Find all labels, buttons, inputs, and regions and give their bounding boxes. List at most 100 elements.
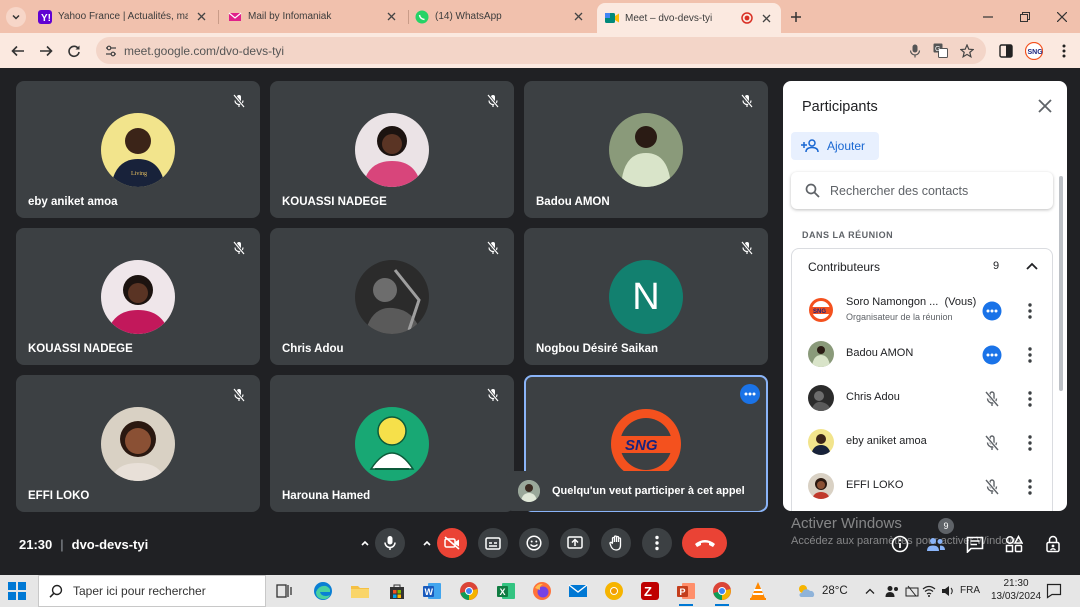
wifi-icon[interactable] [921, 583, 937, 599]
network-disconnected-icon[interactable] [904, 583, 920, 599]
chrome-icon[interactable] [458, 580, 480, 602]
restore-icon[interactable] [1016, 8, 1034, 26]
audio-options-chevron-icon[interactable] [357, 535, 373, 551]
chevron-up-icon[interactable] [862, 583, 878, 599]
browser-toolbar: meet.google.com/dvo-devs-tyi G SNG [0, 33, 1080, 68]
camera-off-button[interactable] [437, 528, 467, 558]
excel-icon[interactable]: X [495, 580, 517, 602]
volume-icon[interactable] [940, 583, 956, 599]
browser-menu-icon[interactable] [1054, 41, 1074, 61]
present-screen-button[interactable] [560, 528, 590, 558]
tab-yahoo[interactable]: Y! Yahoo France | Actualités, mail et [30, 4, 216, 29]
kebab-menu-icon[interactable] [1022, 477, 1038, 497]
activities-icon[interactable] [1004, 534, 1024, 554]
close-tab-icon[interactable] [194, 10, 208, 24]
more-options-icon[interactable] [982, 301, 1002, 321]
group-count: 9 [993, 260, 1000, 272]
tab-infomaniak-mail[interactable]: Mail by Infomaniak [220, 4, 406, 29]
add-people-button[interactable]: Ajouter [791, 132, 879, 160]
participant-row[interactable]: eby aniket amoa [792, 420, 1054, 464]
close-window-icon[interactable] [1053, 8, 1071, 26]
participant-tile[interactable]: Chris Adou [270, 228, 514, 365]
reactions-button[interactable] [519, 528, 549, 558]
close-panel-icon[interactable] [1037, 98, 1053, 114]
chrome-icon[interactable] [711, 580, 733, 606]
participant-tile[interactable]: Living eby aniket amoa [16, 81, 260, 218]
weather-widget[interactable]: 28°C [796, 583, 848, 599]
meeting-details-icon[interactable] [890, 534, 910, 554]
input-language[interactable]: FRA [960, 585, 980, 596]
camera-off-icon [444, 536, 460, 550]
more-options-button[interactable] [642, 528, 672, 558]
windows-start-icon[interactable] [8, 582, 26, 600]
site-settings-icon[interactable] [102, 42, 119, 59]
minimize-icon[interactable] [979, 8, 997, 26]
host-controls-icon[interactable] [1043, 534, 1063, 554]
people-icon[interactable] [884, 583, 900, 599]
captions-button[interactable] [478, 528, 508, 558]
participant-tile[interactable]: EFFI LOKO [16, 375, 260, 512]
microphone-button[interactable] [375, 528, 405, 558]
participant-row[interactable]: Badou AMON [792, 332, 1054, 376]
contributors-group-header[interactable]: Contributeurs 9 [791, 248, 1053, 284]
weather-icon [799, 585, 815, 597]
powerpoint-icon[interactable]: P [675, 580, 697, 606]
more-options-icon[interactable] [740, 384, 760, 404]
tab-whatsapp[interactable]: (14) WhatsApp [407, 4, 593, 29]
kebab-menu-icon[interactable] [1022, 433, 1038, 453]
vlc-icon[interactable] [747, 580, 769, 602]
participant-tile[interactable]: KOUASSI NADEGE [270, 81, 514, 218]
close-tab-icon[interactable] [384, 10, 398, 24]
join-request-toast[interactable]: Quelqu'un veut participer à cet appel [506, 471, 764, 511]
participant-name: eby aniket amoa [846, 435, 927, 447]
firefox-icon[interactable] [531, 580, 553, 602]
participant-tile[interactable]: N Nogbou Désiré Saikan [524, 228, 768, 365]
participant-row[interactable]: Chris Adou [792, 376, 1054, 420]
participant-row[interactable]: EFFI LOKO [792, 464, 1054, 508]
forward-icon[interactable] [36, 41, 56, 61]
file-explorer-icon[interactable] [349, 580, 371, 602]
bookmark-star-icon[interactable] [958, 42, 975, 59]
participant-tile[interactable]: Badou AMON [524, 81, 768, 218]
side-panel-icon[interactable] [996, 41, 1016, 61]
close-tab-icon[interactable] [571, 10, 585, 24]
taskbar-search-input[interactable]: Taper ici pour rechercher [38, 575, 266, 607]
system-clock[interactable]: 21:30 13/03/2024 [990, 578, 1042, 603]
participant-row[interactable]: SNG Soro Namongon ... (Vous) Organisateu… [792, 288, 1054, 332]
back-icon[interactable] [8, 41, 28, 61]
more-options-icon[interactable] [982, 345, 1002, 365]
section-heading: DANS LA RÉUNION [802, 230, 894, 240]
profile-avatar-icon[interactable]: SNG [1024, 41, 1044, 61]
kebab-menu-icon[interactable] [1022, 301, 1038, 321]
reload-icon[interactable] [64, 41, 84, 61]
filezilla-icon[interactable]: Z [639, 580, 661, 602]
close-tab-icon[interactable] [759, 11, 773, 25]
translate-icon[interactable]: G [932, 42, 949, 59]
microsoft-store-icon[interactable] [386, 580, 408, 602]
notifications-icon[interactable] [1046, 583, 1062, 599]
participant-name: KOUASSI NADEGE [282, 196, 387, 208]
task-view-icon[interactable] [274, 580, 296, 602]
edge-icon[interactable] [312, 580, 334, 602]
participant-tile[interactable]: Harouna Hamed [270, 375, 514, 512]
leave-call-button[interactable] [682, 528, 727, 558]
new-tab-icon[interactable] [786, 7, 806, 27]
microphone-icon[interactable] [906, 42, 923, 59]
participant-name: Nogbou Désiré Saikan [536, 343, 659, 355]
address-bar[interactable]: meet.google.com/dvo-devs-tyi G [96, 37, 986, 64]
word-icon[interactable]: W [421, 580, 443, 602]
contacts-search-input[interactable]: Rechercher des contacts [791, 172, 1053, 209]
tab-search-dropdown-icon[interactable] [6, 7, 26, 27]
tab-meet[interactable]: Meet – dvo-devs-tyi [597, 3, 781, 33]
kebab-menu-icon[interactable] [1022, 389, 1038, 409]
kebab-menu-icon[interactable] [1022, 345, 1038, 365]
raise-hand-button[interactable] [601, 528, 631, 558]
chat-icon[interactable] [965, 534, 985, 554]
chrome-canary-icon[interactable] [603, 580, 625, 602]
mail-icon[interactable] [567, 580, 589, 602]
participant-tile[interactable]: KOUASSI NADEGE [16, 228, 260, 365]
people-icon[interactable] [926, 534, 946, 554]
chevron-up-icon[interactable] [1024, 259, 1040, 275]
video-options-chevron-icon[interactable] [419, 535, 435, 551]
panel-scrollbar[interactable] [1059, 176, 1063, 391]
